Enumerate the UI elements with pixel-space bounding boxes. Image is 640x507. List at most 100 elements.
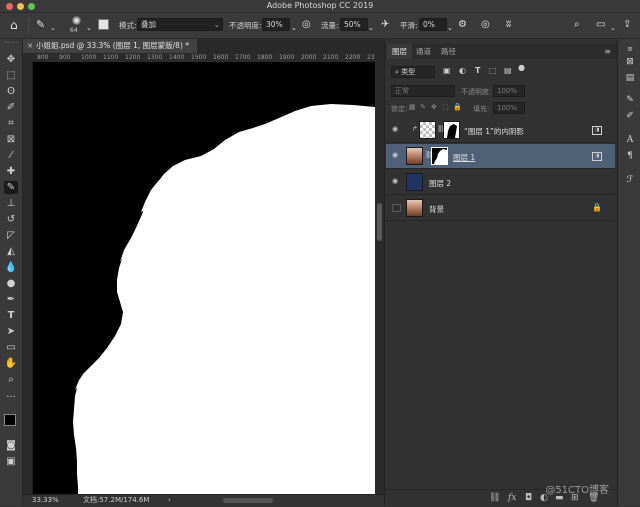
layer-name[interactable]: 背景 — [429, 204, 444, 215]
type-tool-icon[interactable]: T — [4, 309, 18, 322]
more-tools-icon[interactable]: ··· — [4, 391, 18, 404]
layer-row[interactable]: ◉ 图层 2 — [386, 170, 615, 195]
vertical-scroll-thumb[interactable] — [377, 203, 382, 241]
panel-menu-icon[interactable]: ≡ — [604, 47, 611, 56]
chevron-down-icon[interactable]: ⌄ — [50, 22, 56, 34]
marquee-tool-icon[interactable]: ⬚ — [4, 69, 18, 82]
brush-tool-icon[interactable]: ✎ — [4, 181, 18, 194]
workspace-icon[interactable]: ▭ — [596, 19, 605, 31]
eyedropper-tool-icon[interactable]: ⁄ — [4, 149, 18, 162]
vertical-scrollbar[interactable] — [375, 53, 384, 494]
filter-kind-select[interactable]: ⌕ 类型 — [391, 66, 435, 78]
opacity-input[interactable]: 30% — [262, 18, 290, 31]
layer-thumbnail[interactable] — [419, 121, 436, 139]
brush-preset-picker[interactable]: 64 — [66, 15, 86, 37]
brush-tool-icon[interactable]: ✎ — [36, 19, 45, 31]
blend-mode-select[interactable]: 正常 — [391, 85, 455, 97]
document-canvas[interactable] — [33, 62, 375, 495]
lock-artboard-icon[interactable]: ⬚ — [442, 103, 449, 111]
smoothing-input[interactable]: 0% — [419, 18, 447, 31]
layer-row[interactable]: ◉ ↱ ⛓ “图层 1”的内阴影 ◨ — [386, 118, 615, 143]
flow-input[interactable]: 50% — [340, 18, 368, 31]
zoom-level[interactable]: 33.33% — [32, 495, 59, 506]
visibility-toggle-off[interactable] — [392, 204, 401, 212]
filter-shape-icon[interactable]: ⬚ — [489, 66, 497, 75]
lasso-tool-icon[interactable]: ʘ — [4, 85, 18, 98]
layer-name[interactable]: “图层 1”的内阴影 — [464, 126, 524, 137]
fill-input[interactable]: 100% — [493, 102, 525, 114]
paint-bucket-tool-icon[interactable]: ◭ — [4, 245, 18, 258]
eraser-tool-icon[interactable]: ◸ — [4, 229, 18, 242]
tab-channels[interactable]: 通道 — [411, 44, 436, 59]
move-tool-icon[interactable]: ✥ — [4, 53, 18, 66]
status-menu-arrow[interactable]: › — [168, 495, 171, 506]
close-tab-icon[interactable]: × — [27, 39, 33, 53]
airbrush-icon[interactable]: ✈ — [381, 19, 389, 31]
share-icon[interactable]: ⇪ — [623, 19, 631, 31]
add-mask-icon[interactable]: ◘ — [525, 493, 532, 503]
layer-row[interactable]: 背景 🔒 — [386, 196, 615, 221]
tab-paths[interactable]: 路径 — [436, 44, 461, 59]
search-icon[interactable]: ⌕ — [574, 19, 580, 31]
quick-mask-icon[interactable]: ◙ — [4, 439, 18, 452]
layer-thumbnail[interactable] — [406, 147, 423, 165]
chevron-down-icon[interactable]: ⌄ — [610, 22, 616, 34]
layer-row-selected[interactable]: ◉ ⛓ 图层 1 ◨ — [386, 144, 615, 169]
frame-tool-icon[interactable]: ⊠ — [4, 133, 18, 146]
layer-opacity-input[interactable]: 100% — [493, 85, 525, 97]
lock-position-icon[interactable]: ✥ — [431, 103, 437, 111]
chevron-down-icon[interactable]: ⌄ — [447, 22, 453, 34]
hand-tool-icon[interactable]: ✋ — [4, 357, 18, 370]
path-select-tool-icon[interactable]: ➤ — [4, 325, 18, 338]
quick-select-tool-icon[interactable]: ✐ — [4, 101, 18, 114]
layer-mask-thumbnail[interactable] — [431, 147, 448, 165]
layer-thumbnail[interactable] — [406, 173, 423, 191]
character-panel-icon[interactable]: A — [625, 135, 635, 145]
symmetry-icon[interactable]: ʬ — [506, 19, 511, 31]
brushes-icon[interactable]: ✐ — [625, 111, 635, 121]
screen-mode-icon[interactable]: ▣ — [4, 455, 18, 468]
smoothing-settings-icon[interactable]: ⚙ — [458, 19, 467, 31]
pen-tool-icon[interactable]: ✒ — [4, 293, 18, 306]
chevron-down-icon[interactable]: ⌄ — [86, 22, 92, 34]
lock-all-icon[interactable]: 🔒 — [453, 103, 462, 111]
blur-tool-icon[interactable]: 💧 — [4, 261, 18, 274]
filter-type-icon[interactable]: T — [475, 66, 480, 75]
foreground-color-swatch[interactable] — [4, 414, 16, 426]
home-icon[interactable]: ⌂ — [10, 19, 18, 31]
filter-smart-object-icon[interactable]: ▤ — [504, 66, 512, 75]
mode-select[interactable]: 叠加 ⌄ — [137, 18, 223, 31]
tab-layers[interactable]: 图层 — [387, 44, 412, 59]
filter-adjustment-icon[interactable]: ◐ — [459, 66, 466, 75]
eye-icon[interactable]: ◉ — [392, 178, 401, 185]
chevron-down-icon[interactable]: ⌄ — [368, 22, 374, 34]
brush-settings-panel-icon[interactable] — [98, 19, 109, 30]
paragraph-panel-icon[interactable]: ¶ — [625, 151, 635, 161]
pressure-opacity-icon[interactable]: ◎ — [302, 19, 311, 31]
zoom-tool-icon[interactable]: ⌕ — [4, 373, 18, 386]
history-panel-icon[interactable]: ⊠ — [625, 57, 635, 67]
fx-icon[interactable]: fx — [508, 493, 516, 503]
healing-brush-tool-icon[interactable]: ✚ — [4, 165, 18, 178]
glyphs-panel-icon[interactable]: ℱ — [625, 175, 635, 185]
brush-settings-icon[interactable]: ✎ — [625, 95, 635, 105]
properties-panel-icon[interactable]: ▤ — [625, 73, 635, 83]
lock-transparency-icon[interactable]: ▦ — [409, 103, 416, 111]
panel-menu-icon[interactable]: ≡ — [625, 45, 635, 53]
horizontal-scroll-thumb[interactable] — [223, 498, 273, 503]
pressure-size-icon[interactable]: ◎ — [481, 19, 490, 31]
dodge-tool-icon[interactable]: ● — [4, 277, 18, 290]
layer-mask-thumbnail[interactable] — [443, 121, 460, 139]
document-tab[interactable]: × 小姐姐.psd @ 33.3% (图层 1, 图层蒙版/8) * — [23, 39, 197, 53]
layer-name[interactable]: 图层 2 — [429, 178, 451, 189]
history-brush-tool-icon[interactable]: ↺ — [4, 213, 18, 226]
eye-icon[interactable]: ◉ — [392, 126, 401, 133]
filter-pixel-icon[interactable]: ▣ — [443, 66, 451, 75]
chevron-down-icon[interactable]: ⌄ — [291, 22, 297, 34]
filter-toggle-icon[interactable]: ● — [518, 63, 525, 72]
crop-tool-icon[interactable]: ⌗ — [4, 117, 18, 130]
clone-stamp-tool-icon[interactable]: ⊥ — [4, 197, 18, 210]
link-layers-icon[interactable]: ⛓ — [489, 493, 500, 503]
eye-icon[interactable]: ◉ — [392, 152, 401, 159]
lock-image-icon[interactable]: ✎ — [420, 103, 426, 111]
